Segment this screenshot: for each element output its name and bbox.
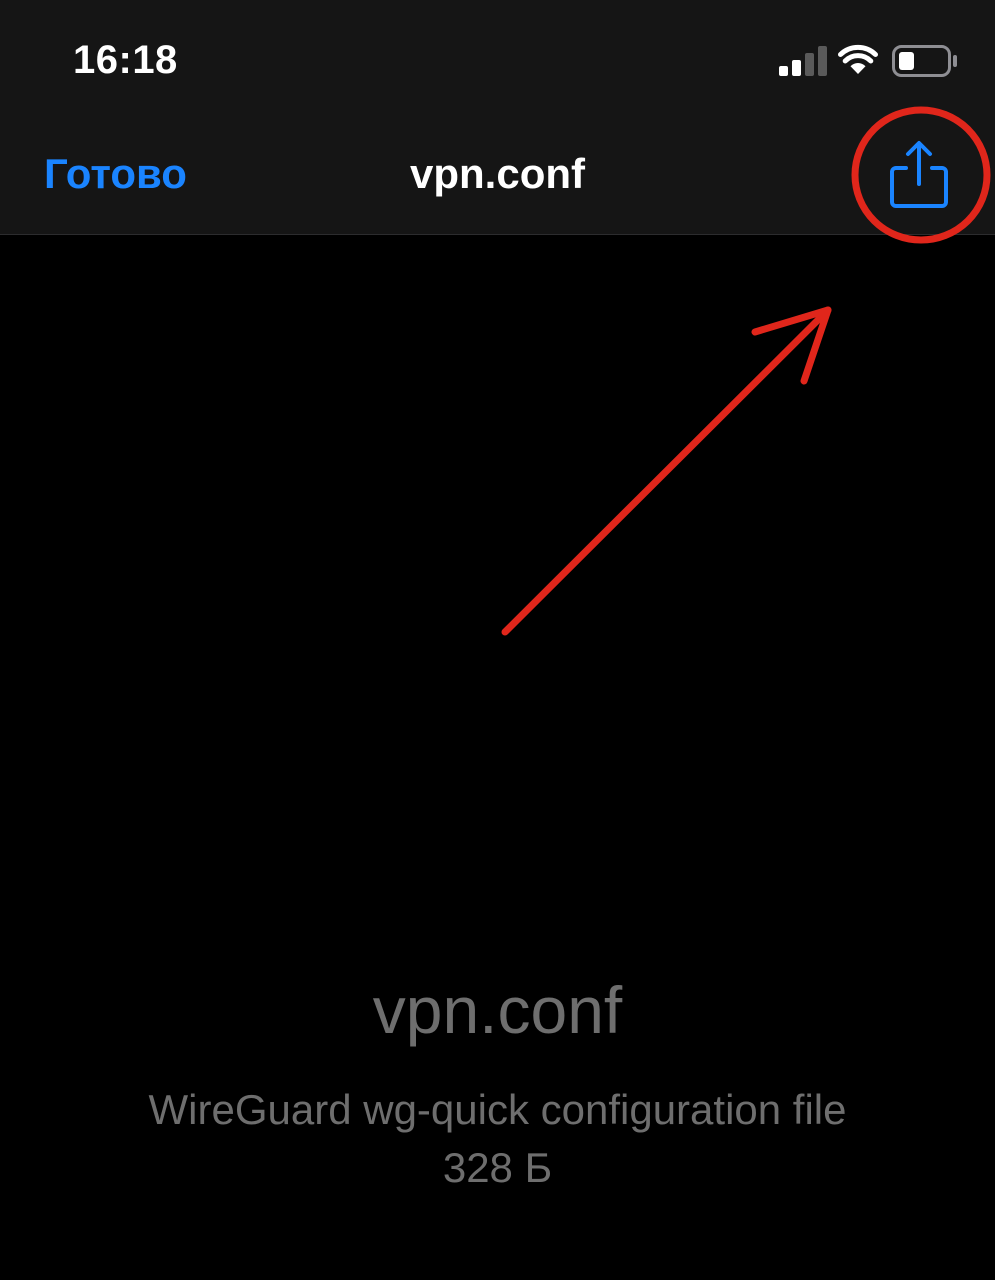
arrow-shaft	[501, 306, 832, 636]
file-type: WireGuard wg-quick configuration file	[148, 1086, 847, 1133]
status-time: 16:18	[73, 38, 178, 82]
battery-icon	[892, 45, 957, 77]
quick-look-screen: 16:18 Готово vpn.conf vpn.conf WireGuard…	[0, 0, 995, 1280]
arrow-head	[751, 306, 832, 385]
file-size: 328 Б	[442, 1144, 553, 1191]
wifi-icon	[838, 44, 878, 74]
top-bar: 16:18 Готово vpn.conf	[0, 0, 995, 235]
done-button[interactable]: Готово	[44, 150, 187, 198]
file-name: vpn.conf	[372, 973, 623, 1047]
share-icon[interactable]	[888, 138, 950, 210]
cellular-signal-icon	[779, 46, 827, 76]
